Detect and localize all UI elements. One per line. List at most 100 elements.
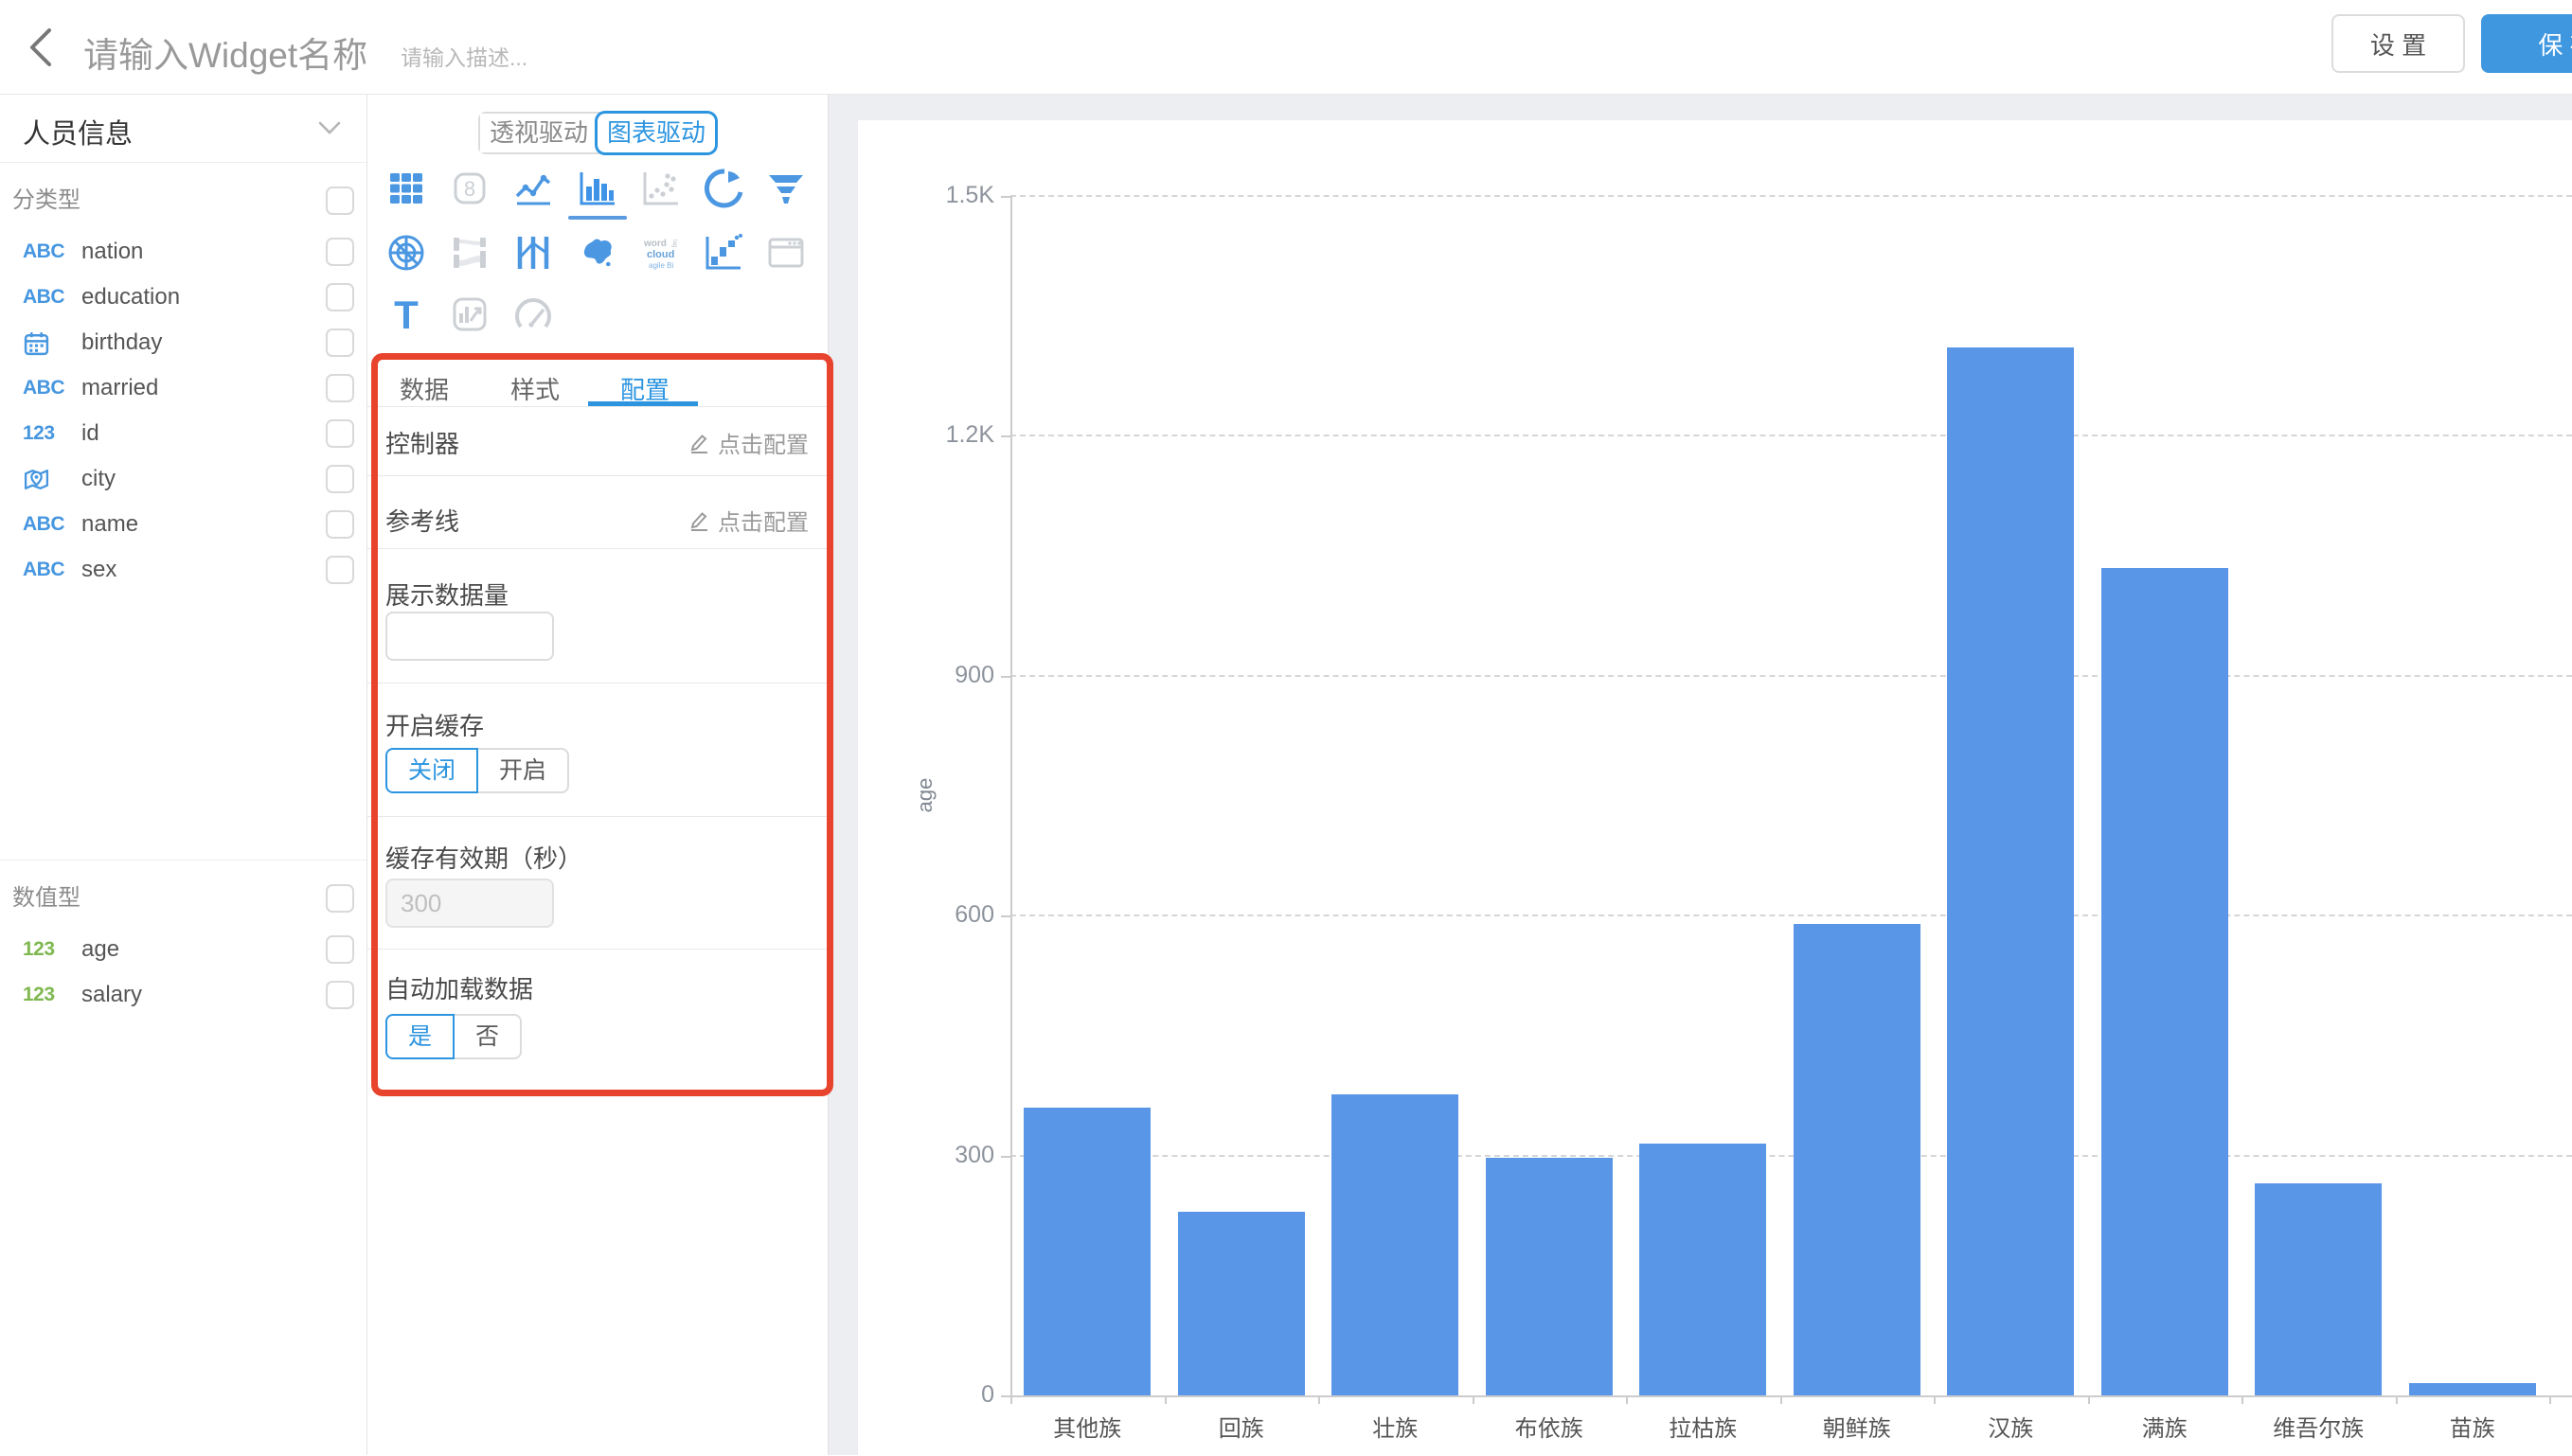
tab-data[interactable]: 数据 — [400, 371, 449, 406]
settings-button[interactable]: 设 置 — [2331, 14, 2465, 73]
chart-bar-苗族[interactable] — [2409, 1383, 2536, 1395]
field-label: birthday — [81, 329, 162, 356]
field-checkbox-nation[interactable] — [326, 238, 354, 266]
chart-type-funnel-icon[interactable] — [763, 166, 809, 211]
x-axis-label: 汉族 — [1934, 1410, 2087, 1443]
cache-off-option[interactable]: 关闭 — [385, 748, 478, 793]
chart-type-parallel-icon[interactable] — [510, 230, 556, 275]
view-name: 人员信息 — [23, 112, 133, 151]
x-axis-tick — [1165, 1395, 1167, 1404]
field-checkbox-birthday[interactable] — [326, 328, 354, 357]
field-sidebar: 人员信息 分类型ABCnationABCeducationbirthdayABC… — [0, 95, 367, 1455]
chart-type-bar-chart-icon[interactable] — [574, 166, 619, 211]
chart-bar-回族[interactable] — [1178, 1212, 1305, 1395]
string-type-icon: ABC — [23, 286, 81, 309]
chart-type-radar-icon[interactable] — [384, 230, 429, 275]
chart-type-pie-icon[interactable] — [700, 166, 745, 211]
field-item-age[interactable]: 123age — [0, 927, 366, 972]
chart-bar-朝鲜族[interactable] — [1794, 924, 1920, 1395]
string-type-icon: ABC — [23, 240, 81, 263]
chart-bar-维吾尔族[interactable] — [2255, 1183, 2382, 1395]
chart-type-line-chart-icon[interactable] — [510, 166, 556, 211]
cache-on-option[interactable]: 开启 — [476, 748, 569, 793]
y-axis-title: age — [913, 753, 938, 838]
section-checkbox[interactable] — [326, 186, 354, 215]
section-label-categorical: 分类型 — [0, 178, 366, 223]
field-label: age — [81, 936, 119, 963]
chart-type-map-icon[interactable] — [574, 230, 619, 275]
chart-bar-布依族[interactable] — [1486, 1158, 1613, 1395]
field-checkbox-city[interactable] — [326, 465, 354, 493]
auto-load-yes-option[interactable]: 是 — [385, 1014, 455, 1059]
field-checkbox-sex[interactable] — [326, 556, 354, 584]
field-item-salary[interactable]: 123salary — [0, 972, 366, 1018]
back-button[interactable] — [21, 25, 63, 70]
field-label: salary — [81, 982, 142, 1008]
x-axis-tick — [1318, 1395, 1320, 1404]
svg-text:word: word — [643, 239, 667, 249]
y-axis-line — [1010, 196, 1012, 1395]
gridline — [1010, 195, 2572, 197]
calendar-icon — [23, 329, 81, 357]
cache-toggle: 关闭 开启 — [385, 748, 569, 793]
chart-bar-满族[interactable] — [2101, 568, 2228, 1395]
widget-description-input[interactable]: 请输入描述... — [401, 40, 527, 72]
view-selector[interactable]: 人员信息 — [0, 95, 366, 163]
display-count-input[interactable] — [385, 612, 554, 661]
y-axis-tick-label: 1.5K — [858, 182, 994, 209]
y-axis-tick-label: 0 — [858, 1381, 994, 1409]
edit-pencil-icon — [688, 509, 711, 532]
field-item-nation[interactable]: ABCnation — [0, 229, 366, 275]
y-axis-tick — [1001, 1395, 1010, 1397]
x-axis-label: 维吾尔族 — [2242, 1410, 2395, 1443]
chart-type-richtext-icon[interactable]: T — [384, 292, 429, 337]
chart-bar-汉族[interactable] — [1947, 347, 2074, 1395]
x-axis-tick — [2549, 1395, 2551, 1404]
drive-mode-toggle: 透视驱动 图表驱动 — [478, 112, 717, 154]
chart-drive-option[interactable]: 图表驱动 — [598, 114, 715, 152]
x-axis-line — [1010, 1395, 2572, 1397]
x-axis-label: 布依族 — [1473, 1410, 1626, 1443]
reference-line-configure-link[interactable]: 点击配置 — [688, 504, 809, 537]
chart-bar-拉枯族[interactable] — [1639, 1144, 1766, 1395]
chart-type-iframe-icon — [763, 230, 809, 275]
field-item-name[interactable]: ABCname — [0, 502, 366, 547]
chart-type-dual-axis-icon — [447, 292, 492, 337]
number-type-icon: 123 — [23, 984, 81, 1006]
chart-bar-其他族[interactable] — [1024, 1108, 1151, 1395]
svg-text:8: 8 — [464, 177, 475, 201]
field-checkbox-salary[interactable] — [326, 981, 354, 1009]
field-item-married[interactable]: ABCmarried — [0, 365, 366, 411]
x-axis-label: 其他族 — [1010, 1410, 1164, 1443]
y-axis-tick-label: 300 — [858, 1142, 994, 1169]
x-axis-tick — [1010, 1395, 1012, 1404]
controller-configure-link[interactable]: 点击配置 — [688, 426, 809, 459]
x-axis-tick — [2242, 1395, 2243, 1404]
field-item-sex[interactable]: ABCsex — [0, 547, 366, 593]
widget-name-input[interactable]: 请输入Widget名称 — [83, 27, 367, 78]
chart-type-table-icon[interactable] — [384, 166, 429, 211]
chart-type-scorecard-icon: 8 — [447, 166, 492, 211]
tab-style[interactable]: 样式 — [510, 371, 560, 406]
field-checkbox-id[interactable] — [326, 419, 354, 448]
field-item-education[interactable]: ABCeducation — [0, 275, 366, 320]
x-axis-label: 朝鲜族 — [1780, 1410, 1934, 1443]
field-item-id[interactable]: 123id — [0, 411, 366, 456]
chart-bar-壮族[interactable] — [1331, 1094, 1458, 1395]
gridline — [1010, 435, 2572, 436]
field-checkbox-age[interactable] — [326, 935, 354, 964]
field-checkbox-name[interactable] — [326, 510, 354, 539]
x-axis-label: 拉枯族 — [1626, 1410, 1779, 1443]
y-axis-tick — [1001, 196, 1010, 198]
chart-type-waterfall-icon[interactable] — [700, 230, 745, 275]
field-checkbox-married[interactable] — [326, 374, 354, 402]
field-item-birthday[interactable]: birthday — [0, 320, 366, 365]
field-checkbox-education[interactable] — [326, 283, 354, 311]
save-button[interactable]: 保 存 — [2481, 14, 2572, 73]
x-axis-tick — [1626, 1395, 1628, 1404]
auto-load-no-option[interactable]: 否 — [453, 1014, 522, 1059]
chart-type-wordcloud-icon: wordtagcloudagile Bi — [637, 230, 683, 275]
pivot-drive-option[interactable]: 透视驱动 — [480, 114, 598, 152]
section-checkbox[interactable] — [326, 884, 354, 913]
field-item-city[interactable]: city — [0, 456, 366, 502]
